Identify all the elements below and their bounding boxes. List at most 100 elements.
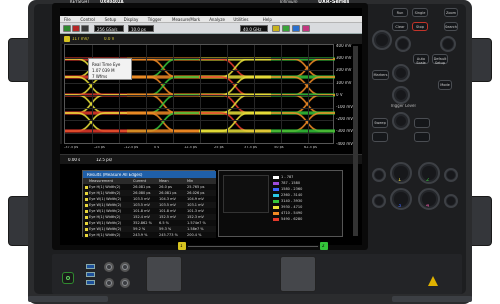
results-column[interactable]: Current (133, 179, 146, 183)
markers-button[interactable]: Markers (372, 70, 389, 80)
y-tick-label: -200 mV (336, 117, 353, 122)
table-cell: 152.3 mV (187, 215, 204, 219)
table-cell: 103.5 mV (159, 203, 176, 207)
results-column[interactable]: Measurement (89, 179, 113, 183)
stop-button[interactable]: Stop (412, 22, 428, 31)
channel-3-button[interactable]: 3 (398, 204, 401, 209)
channel-3-badge[interactable] (292, 25, 300, 32)
aux-bnc-1[interactable] (104, 262, 114, 272)
menu-item-5[interactable]: Measure/Mark (172, 17, 200, 22)
channel-1-badge[interactable] (272, 25, 280, 32)
table-cell: Eye W(1) Width(2) (89, 209, 122, 213)
channel-2-badge[interactable] (282, 25, 290, 32)
table-cell: 104.3 mV (159, 197, 176, 201)
channel-2-button[interactable]: 2 (426, 178, 429, 183)
default-setup-button[interactable]: Default Setup (432, 54, 448, 65)
timebase-position[interactable]: 0.00 s (68, 158, 80, 162)
aux-bnc-4[interactable] (120, 278, 130, 288)
trigger-level-knob[interactable] (392, 112, 410, 130)
multi-purpose-knob[interactable] (440, 36, 456, 52)
y-tick-label: 200 mV (336, 68, 352, 73)
run-indicator[interactable] (63, 25, 71, 32)
x-tick-label: 62.5 ps (304, 146, 317, 149)
aux-bnc-3[interactable] (120, 262, 130, 272)
sample-rate-field[interactable]: 256 GSa/s (94, 25, 124, 32)
menu-item-1[interactable]: Control (80, 17, 94, 22)
eye-trace (199, 76, 271, 96)
y-tick-label: 300 mV (336, 56, 352, 61)
markers-knob[interactable] (392, 64, 410, 82)
timebase-scale[interactable]: 12.5 ps/ (96, 158, 112, 162)
knob-cap (374, 196, 384, 206)
usb-port-1[interactable] (86, 264, 95, 269)
table-cell: 152.4 mV (133, 215, 150, 219)
legend-label: 787 - 1580 (281, 181, 301, 185)
menu-item-3[interactable]: Display (124, 17, 139, 22)
run-stop-button[interactable]: Run (392, 8, 408, 17)
time-div-field[interactable]: 10.0 ps (128, 25, 154, 32)
side-tab-strip[interactable] (60, 44, 62, 144)
legend-thumbnail (223, 175, 269, 213)
channel-offset-knob-4[interactable] (444, 194, 458, 208)
stop-indicator[interactable] (72, 25, 80, 32)
table-cell: 1.574e7 % (187, 221, 206, 225)
clear-button[interactable]: Clear (392, 22, 408, 31)
results-column[interactable]: Min (187, 179, 193, 183)
menu-item-4[interactable]: Trigger (148, 17, 162, 22)
trigger-force-button[interactable] (414, 132, 430, 142)
single-indicator[interactable] (81, 25, 89, 32)
measurement-dot-icon (85, 185, 88, 189)
table-cell: 25.765 ps (187, 185, 205, 189)
table-cell: 26.026 ps (187, 191, 205, 195)
aux-bnc-2[interactable] (104, 278, 114, 288)
table-cell: Eye W(1) Width(2) (89, 203, 122, 207)
horizontal-scale-knob[interactable] (372, 30, 392, 50)
search-button[interactable]: Search (444, 22, 458, 31)
channel-1-button[interactable]: 1 (398, 178, 401, 183)
table-cell: Eye W(1) Width(2) (89, 197, 122, 201)
auto-scale-button[interactable]: Auto Scale (413, 54, 429, 65)
trigger-source-button[interactable] (372, 132, 388, 142)
measurement-dot-icon (85, 197, 88, 201)
trigger-menu-button[interactable] (414, 118, 430, 128)
table-row[interactable]: Eye H(1) Width(2) 243.9 % 245.773 % 200.4 % (83, 232, 216, 238)
channel-offset-knob-2[interactable] (444, 168, 458, 182)
menu-item-2[interactable]: Setup (105, 17, 117, 22)
menu-item-8[interactable]: Help (263, 17, 272, 22)
power-button[interactable] (62, 272, 74, 284)
toolbar: 256 GSa/s 10.0 ps 40.0 GHz (60, 23, 362, 34)
menu-item-0[interactable]: File (64, 17, 71, 22)
channel-offset-knob-3[interactable] (372, 194, 386, 208)
channel-1-offset[interactable]: 0.0 V (104, 37, 114, 41)
horizontal-position-knob[interactable] (395, 36, 411, 52)
channel-offset-knob-1[interactable] (372, 168, 386, 182)
input-1-connector[interactable] (146, 256, 182, 292)
channel-4-badge[interactable] (302, 25, 310, 32)
channel-4-button[interactable]: 4 (426, 204, 429, 209)
position-knob[interactable] (392, 86, 410, 104)
menu-item-6[interactable]: Analyze (209, 17, 225, 22)
sweep-button[interactable]: Sweep (372, 118, 388, 128)
bnc-center (107, 265, 111, 269)
channel-1-scale[interactable]: 117 mV/ (72, 37, 89, 41)
results-column[interactable]: Mean (159, 179, 169, 183)
input-rail (188, 246, 318, 247)
channel-bar: 117 mV/ 0.0 V (60, 34, 362, 44)
mode-button[interactable]: Mode (438, 80, 452, 90)
input-2-connector[interactable] (280, 256, 316, 292)
bandwidth-field[interactable]: 40.0 GHz (240, 25, 268, 32)
legend-entry: 787 - 1580 (273, 181, 341, 186)
results-panel[interactable]: Results (Measure All Edges) Measurement C… (82, 170, 216, 238)
single-button[interactable]: Single (412, 8, 428, 17)
menu-bar: File Control Setup Display Trigger Measure/Ma… (60, 16, 362, 23)
grid-v (146, 45, 147, 143)
usb-port-3[interactable] (86, 280, 95, 285)
right-scrollbar[interactable] (353, 46, 358, 236)
grid-h (65, 95, 333, 96)
zoom-button[interactable]: Zoom (444, 8, 458, 17)
menu-item-7[interactable]: Utilities (233, 17, 248, 22)
channel-1-marker[interactable] (64, 36, 70, 42)
usb-port-2[interactable] (86, 272, 95, 277)
knob-cap (395, 115, 407, 127)
legend-entry: 3140 - 3930 (273, 199, 341, 204)
